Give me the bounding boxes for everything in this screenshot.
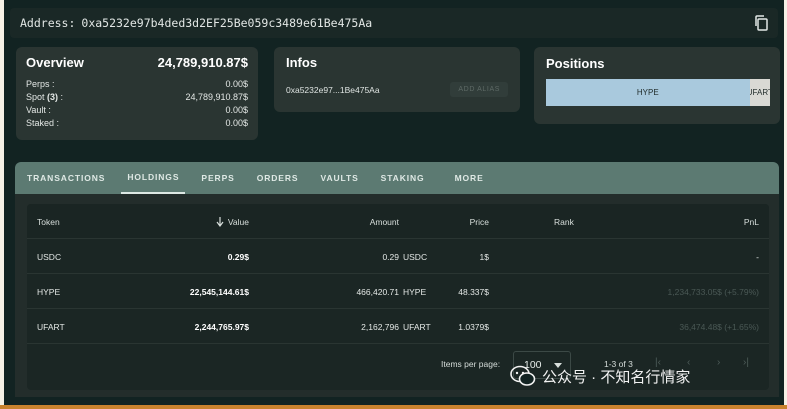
tab-more[interactable]: MORE [449, 162, 490, 194]
overview-row-value: 0.00$ [225, 79, 248, 89]
address-bar: Address: 0xa5232e97b4ded3d2EF25Be059c348… [10, 8, 778, 38]
address-label: Address: [20, 16, 76, 30]
positions-title: Positions [546, 56, 605, 71]
amount-unit-cell: UFART [403, 321, 431, 332]
address-value: 0xa5232e97b4ded3d2EF25Be059c3489e61Be475… [81, 16, 373, 30]
pnl-cell: - [756, 251, 759, 262]
overview-title: Overview [26, 55, 84, 70]
overview-row: Staked : 0.00$ [26, 117, 248, 130]
sort-down-icon [216, 216, 224, 227]
overview-row-value: 0.00$ [225, 118, 248, 128]
items-per-page-label: Items per page: [441, 359, 501, 369]
price-cell: 1$ [479, 251, 489, 262]
overview-card: Overview 24,789,910.87$ Perps :0.00$ Spot… [16, 47, 258, 140]
header-amount[interactable]: Amount [370, 204, 399, 239]
next-page-icon[interactable]: › [717, 357, 720, 368]
overview-row-label: Vault : [26, 105, 51, 115]
overview-row-label: Staked : [26, 118, 60, 128]
token-cell: HYPE [37, 286, 61, 297]
header-value[interactable]: Value [216, 204, 249, 239]
amount-cell: 0.29 [382, 251, 399, 262]
table-row[interactable]: UFART 2,244,765.97$ 2,162,796 UFART 1.0379$ 3… [27, 309, 769, 344]
add-alias-button[interactable]: ADD ALIAS [450, 82, 508, 97]
watermark: 公众号 · 不知名行情家 [510, 365, 690, 387]
value-cell: 22,545,144.61$ [189, 286, 249, 297]
pnl-cell: 1,234,733.05$ (+5.79%) [667, 286, 759, 297]
bottom-strip [0, 405, 787, 409]
price-cell: 1.0379$ [458, 321, 489, 332]
tab-staking[interactable]: STAKING [375, 162, 431, 194]
position-segment-hype[interactable]: HYPE [546, 79, 750, 106]
tab-orders[interactable]: ORDERS [251, 162, 305, 194]
app-frame: Address: 0xa5232e97b4ded3d2EF25Be059c348… [4, 0, 784, 405]
infos-short-address: 0xa5232e97...1Be475Aa [286, 84, 380, 95]
overview-row-value: 0.00$ [225, 105, 248, 115]
positions-bar: HYPEUFART [546, 79, 770, 106]
overview-rows: Perps : 0.00$ Spot (3) : 24,789,910.87$ Vaul… [26, 78, 248, 130]
token-cell: USDC [37, 251, 62, 262]
price-cell: 48.337$ [458, 286, 489, 297]
table-header-row: Token Value Amount Price Rank PnL [27, 204, 769, 239]
tab-perps[interactable]: PERPS [195, 162, 240, 194]
position-segment-ufart[interactable]: UFART [749, 79, 770, 106]
holdings-table: Token Value Amount Price Rank PnL USDC 0.… [27, 204, 769, 390]
table-row[interactable]: HYPE 22,545,144.61$ 466,420.71 HYPE 48.337$ 1… [27, 274, 769, 309]
amount-cell: 466,420.71 [356, 286, 399, 297]
token-cell: UFART [37, 321, 65, 332]
wechat-icon [510, 365, 536, 386]
watermark-text: 公众号 · 不知名行情家 [542, 368, 691, 386]
overview-row: Perps : 0.00$ [26, 78, 248, 91]
positions-card: Positions HYPEUFART [534, 47, 780, 124]
header-token[interactable]: Token [37, 204, 60, 239]
overview-row-label: Perps : [26, 79, 55, 89]
header-price[interactable]: Price [470, 204, 489, 239]
header-rank[interactable]: Rank [554, 204, 574, 239]
pnl-cell: 36,474.48$ (+1.65%) [679, 321, 759, 332]
overview-row: Vault : 0.00$ [26, 104, 248, 117]
header-pnl[interactable]: PnL [744, 204, 759, 239]
overview-row-label: Spot (3) : [26, 92, 64, 102]
infos-title: Infos [286, 55, 318, 70]
value-cell: 2,244,765.97$ [194, 321, 249, 332]
infos-card: Infos 0xa5232e97...1Be475Aa ADD ALIAS [274, 47, 520, 112]
tab-bar: TRANSACTIONS HOLDINGS PERPS ORDERS VAULTS STA… [15, 162, 779, 194]
copy-icon[interactable] [754, 15, 768, 31]
amount-unit-cell: USDC [403, 251, 428, 262]
tab-transactions[interactable]: TRANSACTIONS [21, 162, 111, 194]
overview-row: Spot (3) : 24,789,910.87$ [26, 91, 248, 104]
amount-cell: 2,162,796 [361, 321, 399, 332]
last-page-icon[interactable]: ›| [743, 357, 749, 368]
overview-total: 24,789,910.87$ [157, 55, 248, 70]
tab-holdings[interactable]: HOLDINGS [121, 162, 186, 194]
table-row[interactable]: USDC 0.29$ 0.29 USDC 1$ - [27, 239, 769, 274]
header-value-label: Value [227, 216, 249, 227]
tab-vaults[interactable]: VAULTS [315, 162, 365, 194]
overview-row-value: 24,789,910.87$ [185, 92, 248, 102]
value-cell: 0.29$ [227, 251, 249, 262]
amount-unit-cell: HYPE [403, 286, 427, 297]
